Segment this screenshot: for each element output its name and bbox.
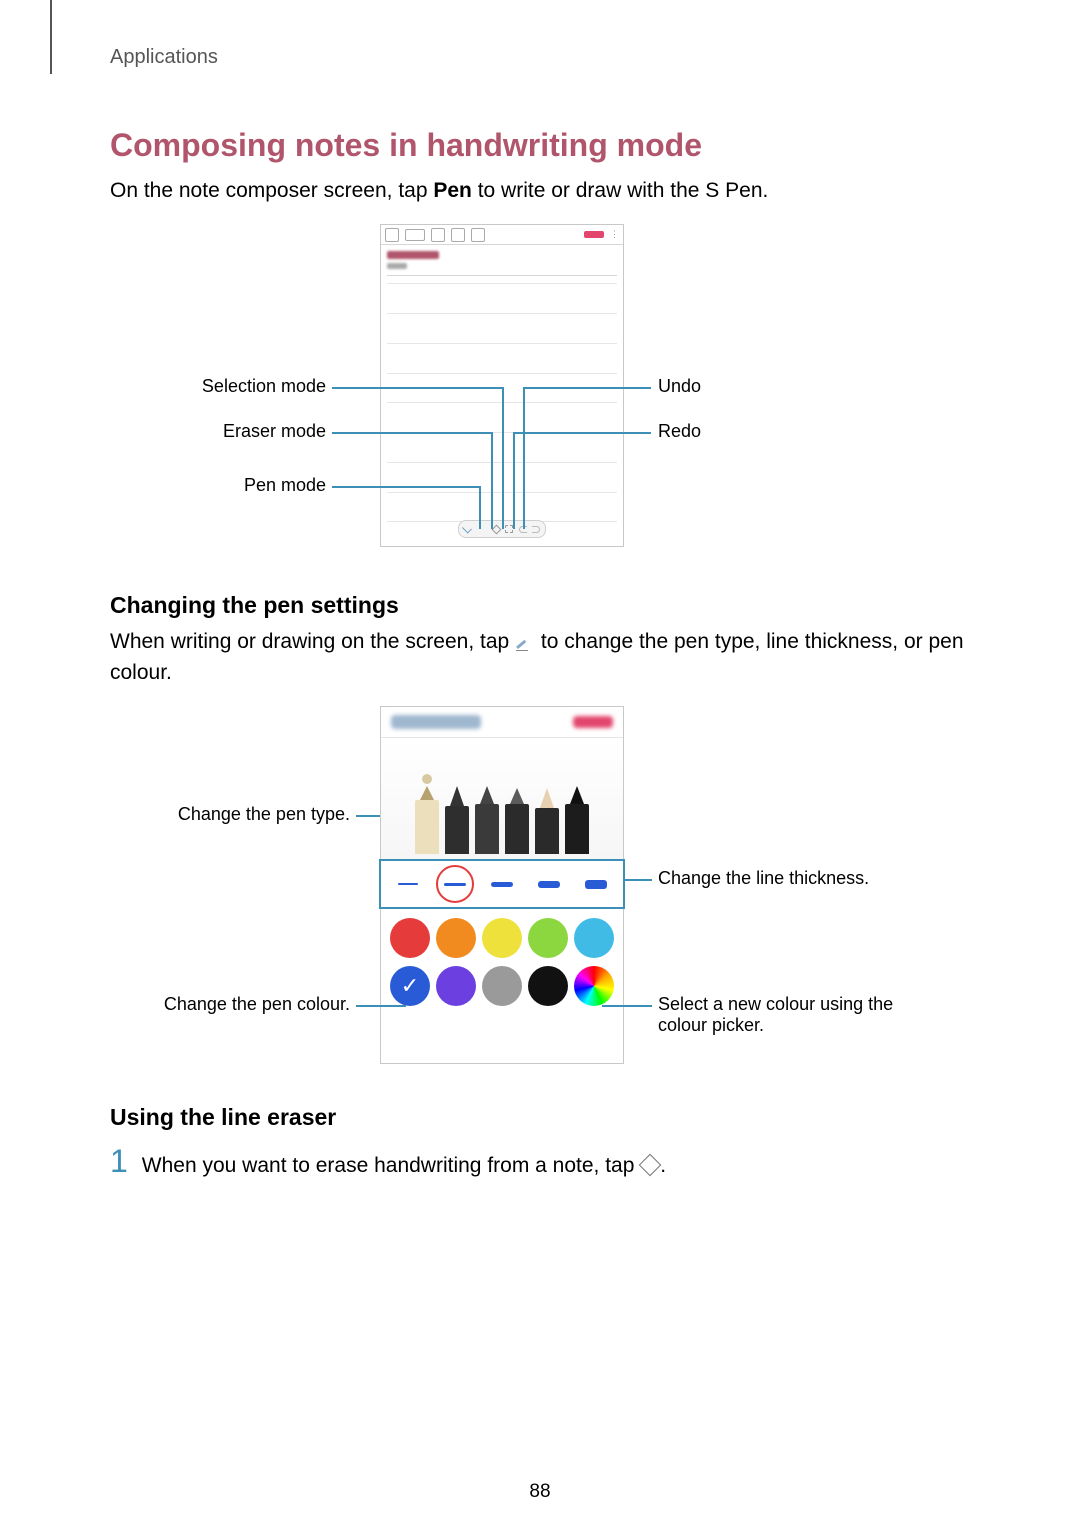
abc-tab (405, 229, 425, 241)
callout-line-thickness: Change the line thickness. (658, 868, 869, 889)
pen-type-brush (535, 788, 559, 854)
pen-tab-icon (431, 228, 445, 242)
step1-pre: When you want to erase handwriting from … (142, 1154, 640, 1177)
step1-post: . (660, 1154, 666, 1177)
figure-pen-settings: Change the pen type. Change the pen colo… (110, 706, 990, 1076)
colour-swatch (390, 918, 430, 958)
pen-type-row (381, 737, 623, 861)
callout-redo: Redo (658, 421, 701, 442)
pen-settings-title-blur (391, 715, 481, 729)
page-number: 88 (0, 1481, 1080, 1503)
gallery-icon (385, 228, 399, 242)
section-header: Applications (110, 46, 990, 69)
pen-type-calligraphy (445, 786, 469, 854)
save-button (584, 231, 604, 238)
voice-icon (471, 228, 485, 242)
figure-notes-app: ⋮ Selection mode Eraser mode Pen mode Un (110, 224, 990, 564)
notes-topbar: ⋮ (381, 225, 623, 245)
pen-mode-icon (464, 526, 488, 532)
eraser-icon (639, 1154, 662, 1177)
line-thickness-row (381, 861, 623, 908)
colour-grid (381, 908, 623, 1016)
pen-settings-paragraph: When writing or drawing on the screen, t… (110, 627, 990, 688)
note-title-blur (387, 251, 617, 269)
colour-swatch (436, 966, 476, 1006)
colour-swatch (574, 918, 614, 958)
callout-undo: Undo (658, 376, 701, 397)
pen-settings-icon (517, 634, 533, 650)
pen-type-pencil (505, 788, 529, 854)
colour-swatch (528, 918, 568, 958)
heading-compose: Composing notes in handwriting mode (110, 127, 990, 164)
callout-pen-type: Change the pen type. (172, 804, 350, 825)
step-1-number: 1 (110, 1145, 128, 1177)
colour-swatch (482, 918, 522, 958)
header-rule (50, 0, 52, 74)
manual-page: Applications Composing notes in handwrit… (0, 0, 1080, 1527)
intro-bold: Pen (433, 179, 472, 202)
pen-type-marker (565, 786, 589, 854)
heading-line-eraser: Using the line eraser (110, 1104, 990, 1131)
colour-swatch (482, 966, 522, 1006)
colour-swatch (528, 966, 568, 1006)
attach-icon (451, 228, 465, 242)
pen-type-fountain (415, 774, 439, 854)
para2-pre: When writing or drawing on the screen, t… (110, 630, 515, 653)
callout-eraser-mode: Eraser mode (214, 421, 326, 442)
more-icon: ⋮ (610, 230, 619, 239)
heading-pen-settings: Changing the pen settings (110, 592, 990, 619)
callout-colour-picker: Select a new colour using the colour pic… (658, 994, 928, 1036)
steps-list: 1 When you want to erase handwriting fro… (110, 1145, 990, 1178)
pen-settings-close-blur (573, 716, 613, 728)
pen-settings-panel (380, 706, 624, 1064)
step-1-text: When you want to erase handwriting from … (142, 1154, 666, 1178)
intro-pre: On the note composer screen, tap (110, 179, 433, 202)
step-1: 1 When you want to erase handwriting fro… (110, 1145, 990, 1178)
pen-type-pen (475, 786, 499, 854)
intro-post: to write or draw with the S Pen. (472, 179, 768, 202)
callout-pen-colour: Change the pen colour. (150, 994, 350, 1015)
eraser-mode-icon (492, 524, 502, 534)
redo-icon (532, 526, 540, 533)
callout-selection-mode: Selection mode (190, 376, 326, 397)
colour-swatch-selected (390, 966, 430, 1006)
colour-picker-swatch (574, 966, 614, 1006)
intro-paragraph: On the note composer screen, tap Pen to … (110, 176, 990, 206)
callout-pen-mode: Pen mode (236, 475, 326, 496)
colour-swatch (436, 918, 476, 958)
